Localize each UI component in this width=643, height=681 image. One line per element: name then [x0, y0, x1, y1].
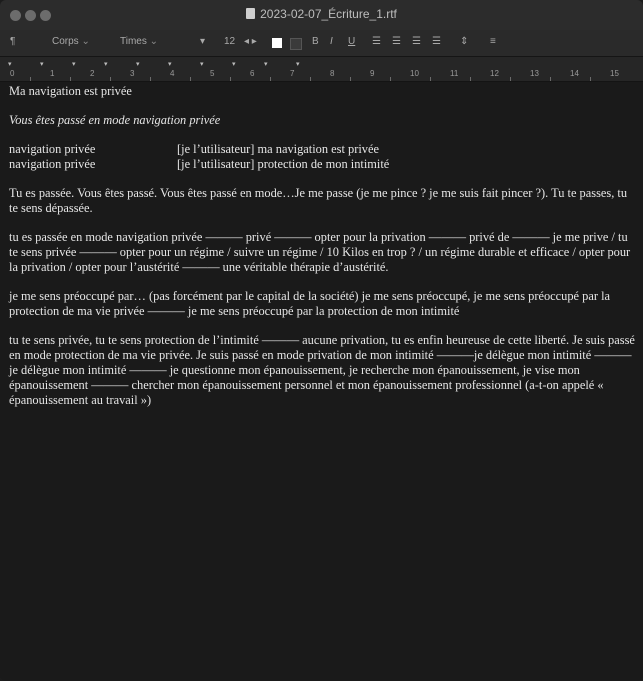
document-heading: Ma navigation est privée	[9, 84, 132, 98]
line-spacing-icon[interactable]: ⇕	[460, 36, 468, 47]
ruler-tick	[470, 77, 471, 81]
ruler-tick	[230, 77, 231, 81]
paragraph-style-select[interactable]: Corps ⌄	[52, 36, 90, 47]
ruler-label: 9	[370, 69, 375, 78]
ruler-label: 10	[410, 69, 419, 78]
ruler-label: 12	[490, 69, 499, 78]
ruler-label: 13	[530, 69, 539, 78]
document-icon	[246, 8, 256, 19]
ruler-label: 7	[290, 69, 295, 78]
justify-icon[interactable]: ☰	[432, 36, 441, 47]
tab-stop-icon[interactable]: ▾	[8, 60, 12, 68]
ruler-label: 0	[10, 69, 15, 78]
highlight-color-swatch[interactable]	[290, 38, 302, 50]
navigation-table: navigation privée [je l’utilisateur] ma …	[9, 142, 635, 172]
tab-stop-icon[interactable]: ▾	[200, 60, 204, 68]
tab-stop-icon[interactable]: ▾	[232, 60, 236, 68]
font-size-field[interactable]: 12	[224, 36, 235, 47]
ruler-tick	[510, 77, 511, 81]
tab-stop-icon[interactable]: ▾	[168, 60, 172, 68]
format-toolbar: ¶ Corps ⌄ Times ⌄ ▾ 12 ◂ ▸ B I U ☰ ☰ ☰ ☰…	[0, 30, 643, 57]
document-body[interactable]: Ma navigation est privée Vous êtes passé…	[9, 84, 635, 422]
ruler-tick	[350, 77, 351, 81]
ruler-label: 14	[570, 69, 579, 78]
chevron-down-icon: ⌄	[149, 36, 159, 47]
window-title-area: 2023-02-07_Écriture_1.rtf	[0, 7, 643, 21]
bold-button[interactable]: B	[312, 36, 319, 47]
ruler-tick	[30, 77, 31, 81]
ruler-label: 8	[330, 69, 335, 78]
ruler-label: 2	[90, 69, 95, 78]
ruler-label: 5	[210, 69, 215, 78]
ruler-label: 15	[610, 69, 619, 78]
paragraph: tu te sens privée, tu te sens protection…	[9, 333, 635, 407]
window-title: 2023-02-07_Écriture_1.rtf	[260, 7, 397, 21]
align-center-icon[interactable]: ☰	[392, 36, 401, 47]
paragraph-style-icon[interactable]: ¶	[10, 36, 15, 47]
table-row: navigation privée [je l’utilisateur] ma …	[9, 142, 635, 157]
italic-button[interactable]: I	[330, 36, 333, 47]
ruler-label: 4	[170, 69, 175, 78]
table-cell: navigation privée	[9, 157, 96, 171]
ruler-tick	[390, 77, 391, 81]
ruler-tick	[430, 77, 431, 81]
tab-stop-icon[interactable]: ▾	[40, 60, 44, 68]
table-cell: navigation privée	[9, 142, 96, 156]
title-bar: 2023-02-07_Écriture_1.rtf	[0, 0, 643, 30]
ruler-label: 11	[450, 69, 459, 78]
ruler-tick	[590, 77, 591, 81]
tab-stop-icon[interactable]: ▾	[104, 60, 108, 68]
ruler-tick	[550, 77, 551, 81]
tab-stop-icon[interactable]: ▾	[136, 60, 140, 68]
ruler-label: 3	[130, 69, 135, 78]
ruler-tick	[110, 77, 111, 81]
paragraph: je me sens préoccupé par… (pas forcément…	[9, 289, 611, 318]
tab-stop-icon[interactable]: ▾	[264, 60, 268, 68]
document-editor[interactable]: Ma navigation est privée Vous êtes passé…	[0, 82, 643, 681]
font-typeface-select[interactable]: ▾	[200, 36, 205, 47]
font-family-select[interactable]: Times ⌄	[120, 36, 158, 47]
align-right-icon[interactable]: ☰	[412, 36, 421, 47]
ruler-tick	[70, 77, 71, 81]
table-cell: [je l’utilisateur] ma navigation est pri…	[177, 142, 379, 156]
ruler-tick	[190, 77, 191, 81]
ruler-tick	[270, 77, 271, 81]
underline-button[interactable]: U	[348, 36, 355, 47]
tab-stop-icon[interactable]: ▾	[296, 60, 300, 68]
ruler-tick	[150, 77, 151, 81]
text-color-swatch[interactable]	[272, 38, 282, 48]
chevron-down-icon: ⌄	[81, 36, 90, 47]
tab-stop-icon[interactable]: ▾	[72, 60, 76, 68]
ruler-tick	[310, 77, 311, 81]
align-left-icon[interactable]: ☰	[372, 36, 381, 47]
paragraph: Tu es passée. Vous êtes passé. Vous êtes…	[9, 186, 628, 215]
ruler-label: 1	[50, 69, 55, 78]
table-row: navigation privée [je l’utilisateur] pro…	[9, 157, 635, 172]
ruler[interactable]: ▾ ▾ ▾ ▾ ▾ ▾ ▾ ▾ ▾ ▾ 0 1 2 3 4 5 6 7 8 9 …	[0, 57, 643, 82]
table-cell: [je l’utilisateur] protection de mon int…	[177, 157, 390, 171]
ruler-label: 6	[250, 69, 255, 78]
intro-line: Vous êtes passé en mode navigation privé…	[9, 113, 221, 127]
list-bullet-icon[interactable]: ≡	[490, 36, 496, 47]
paragraph: tu es passée en mode navigation privée —…	[9, 230, 631, 274]
font-size-stepper[interactable]: ◂ ▸	[244, 36, 257, 47]
text-editor-window: 2023-02-07_Écriture_1.rtf ¶ Corps ⌄ Time…	[0, 0, 643, 681]
